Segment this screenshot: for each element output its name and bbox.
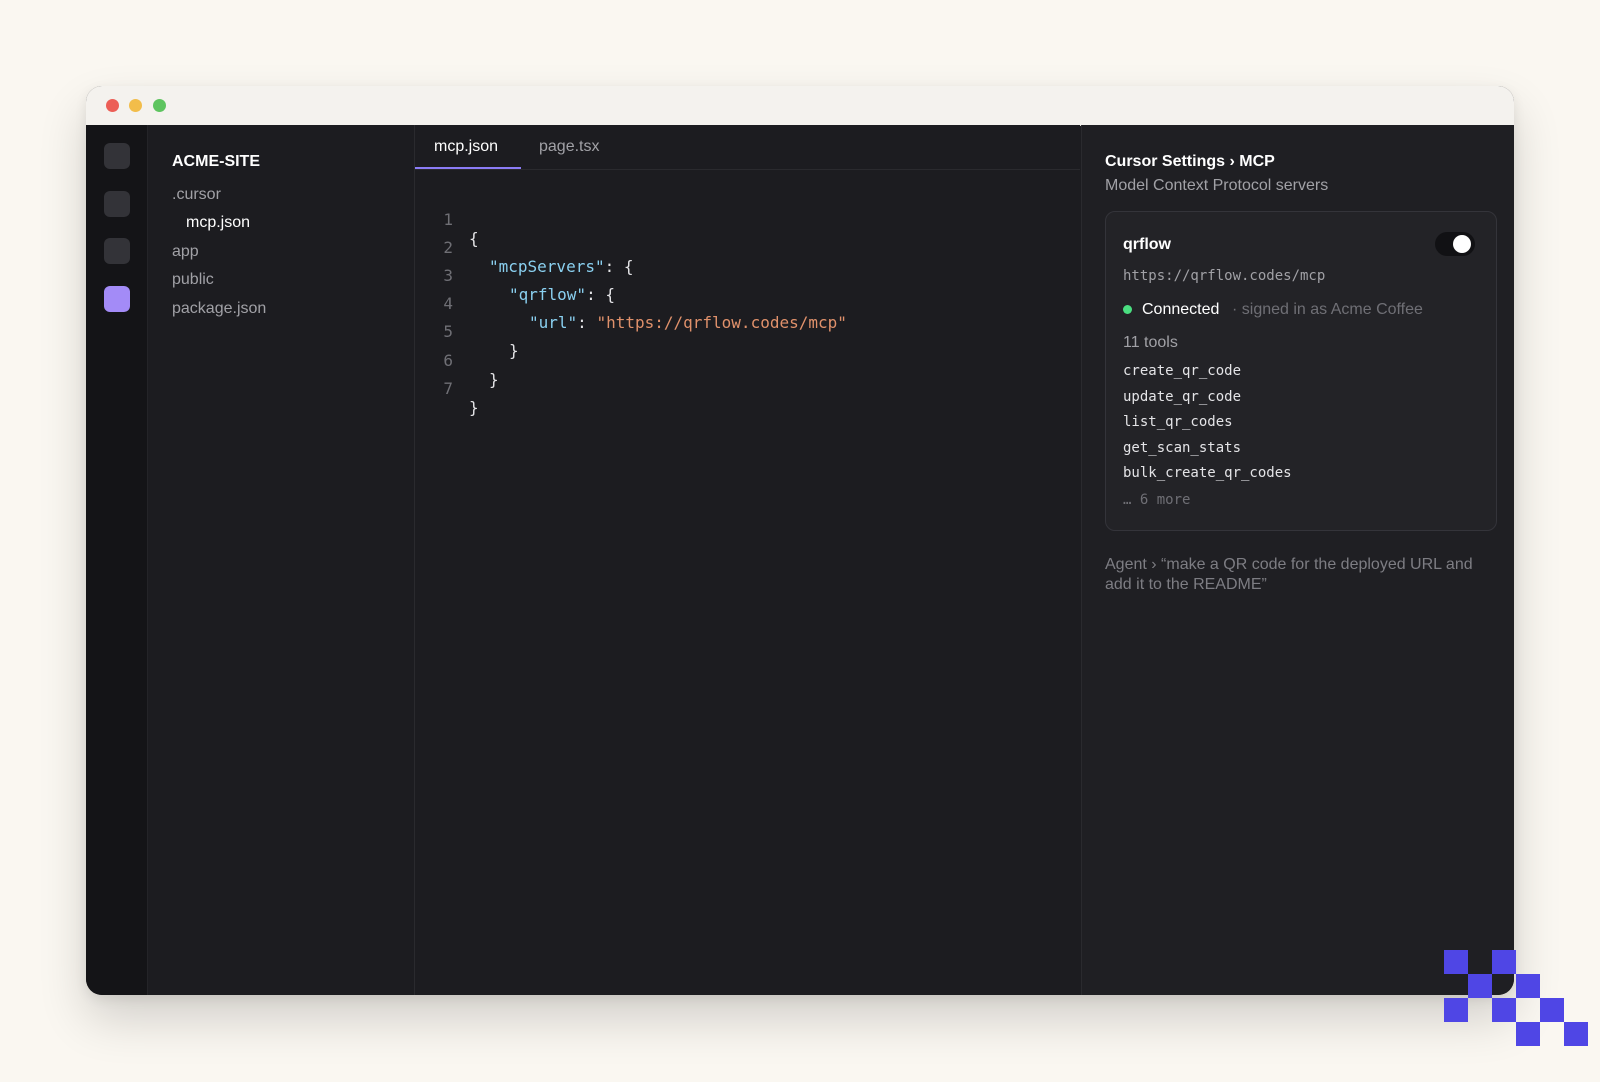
code-text: } [469,398,479,417]
json-punct: : { [604,257,634,276]
agent-prompt: Agent › “make a QR code for the deployed… [1105,556,1473,593]
line-number: 7 [443,379,453,398]
code-text: "qrflow": { [509,285,615,304]
json-punct: : [577,313,597,332]
code-line: 1 { [415,191,492,248]
json-key: "qrflow" [509,285,587,304]
editor-tab-bar: mcp.json page.tsx [415,125,1080,170]
activity-source-control-icon[interactable] [104,238,130,264]
active-tab-indicator [415,167,521,169]
tree-file-mcp-json[interactable]: mcp.json [186,214,250,232]
tree-folder-cursor[interactable]: .cursor [172,186,221,204]
json-key: "mcpServers" [489,257,605,276]
json-punct: : { [586,285,615,304]
toggle-knob [1453,235,1471,253]
code-line: 3 "qrflow": { [415,247,615,304]
connected-status-icon [1123,305,1132,314]
server-url: https://qrflow.codes/mcp [1123,268,1326,284]
tool-item: list_qr_codes [1123,414,1233,430]
activity-bar [86,125,148,995]
code-text: } [509,341,519,360]
server-name: qrflow [1123,236,1171,253]
status-label: Connected [1142,301,1220,318]
tree-file-package-json[interactable]: package.json [172,300,266,318]
tool-item: bulk_create_qr_codes [1123,465,1292,481]
server-enabled-toggle[interactable] [1435,232,1475,256]
code-line: 4 "url": "https://qrflow.codes/mcp" [415,275,847,332]
code-line: 2 "mcpServers": { [415,219,633,276]
mcp-server-card: qrflow https://qrflow.codes/mcp Connecte… [1105,211,1497,531]
activity-mcp-icon[interactable] [104,286,130,312]
tools-count: 11 tools [1123,334,1178,351]
code-editor: mcp.json page.tsx 1 { 2 "mcpServers": { … [415,125,1080,995]
more-tools-link[interactable]: … 6 more [1123,492,1190,508]
close-window-button[interactable] [106,99,119,112]
tool-item: create_qr_code [1123,363,1242,379]
app-window: ACME-SITE .cursor mcp.json app public pa… [86,86,1514,995]
maximize-window-button[interactable] [153,99,166,112]
status-detail: · signed in as Acme Coffee [1232,301,1423,318]
code-line: 5 } [415,303,518,360]
panel-title: Cursor Settings › MCP [1105,153,1275,170]
tab-page-tsx[interactable]: page.tsx [539,138,599,156]
code-text: "mcpServers": { [489,257,634,276]
tool-item: update_qr_code [1123,389,1242,405]
json-key: "url" [529,313,578,332]
brand-logo-icon [1444,950,1588,1046]
activity-search-icon[interactable] [104,191,130,217]
tab-mcp-json[interactable]: mcp.json [434,138,498,156]
tree-folder-app[interactable]: app [172,243,199,261]
minimize-window-button[interactable] [129,99,142,112]
panel-subtitle: Model Context Protocol servers [1105,177,1329,194]
tool-item: get_scan_stats [1123,440,1242,456]
title-bar [86,86,1514,126]
mcp-settings-panel: Cursor Settings › MCP Model Context Prot… [1081,125,1514,995]
code-line: 6 } [415,332,498,389]
project-title: ACME-SITE [172,153,260,170]
json-string: "https://qrflow.codes/mcp" [596,313,847,332]
code-line: 7 } [415,360,492,417]
activity-explorer-icon[interactable] [104,143,130,169]
code-text: "url": "https://qrflow.codes/mcp" [529,313,847,332]
tree-folder-public[interactable]: public [172,271,214,289]
file-explorer: ACME-SITE .cursor mcp.json app public pa… [148,125,415,995]
